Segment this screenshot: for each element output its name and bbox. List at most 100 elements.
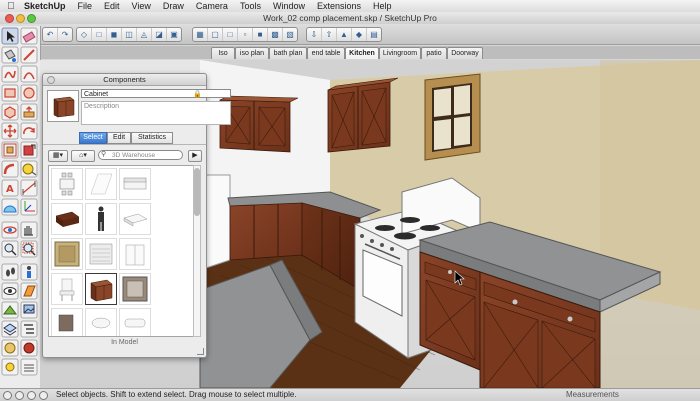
section-plane-icon[interactable] bbox=[20, 282, 38, 300]
paint-bucket-icon[interactable] bbox=[1, 46, 19, 64]
component-description-field[interactable]: Description bbox=[81, 101, 231, 125]
rotate-icon[interactable] bbox=[20, 122, 38, 140]
tape-measure-icon[interactable] bbox=[20, 160, 38, 178]
components-title-bar[interactable]: Components bbox=[43, 74, 206, 86]
eraser-icon[interactable] bbox=[20, 27, 38, 45]
resize-handle[interactable] bbox=[197, 348, 204, 355]
scene-tab-iso[interactable]: Iso bbox=[211, 47, 235, 59]
tab-statistics[interactable]: Statistics bbox=[131, 132, 173, 144]
tab-select[interactable]: Select bbox=[79, 132, 107, 144]
scale-icon[interactable] bbox=[20, 141, 38, 159]
wireframe-style-icon[interactable]: □ bbox=[223, 28, 238, 41]
geo-location-icon[interactable] bbox=[3, 391, 12, 400]
text-icon[interactable]: A bbox=[1, 179, 19, 197]
freehand-icon[interactable] bbox=[1, 65, 19, 83]
follow-me-icon[interactable] bbox=[1, 160, 19, 178]
zoom-extents-icon[interactable] bbox=[20, 240, 38, 258]
user-icon[interactable] bbox=[27, 391, 36, 400]
left-view-icon[interactable]: ◪ bbox=[152, 28, 167, 41]
bench-thumbnail[interactable] bbox=[85, 308, 117, 336]
line-icon[interactable] bbox=[20, 46, 38, 64]
materials-icon[interactable] bbox=[20, 339, 38, 357]
credits-icon[interactable] bbox=[15, 391, 24, 400]
rug-thumbnail-2[interactable] bbox=[119, 273, 151, 305]
scene-tab-livingroom[interactable]: Livingroom bbox=[379, 47, 421, 59]
dimension-icon[interactable] bbox=[20, 179, 38, 197]
outliner-icon[interactable] bbox=[20, 320, 38, 338]
minimize-window-button[interactable] bbox=[16, 14, 25, 23]
radiator-thumbnail[interactable] bbox=[85, 238, 117, 270]
walk-icon[interactable] bbox=[1, 263, 19, 281]
search-input[interactable]: 3D Warehouse bbox=[98, 150, 183, 160]
component-grid-scrollbar[interactable] bbox=[193, 165, 201, 337]
scrollbar-thumb[interactable] bbox=[194, 168, 200, 216]
menu-help[interactable]: Help bbox=[367, 0, 398, 12]
details-arrow-icon[interactable]: ▶ bbox=[188, 150, 202, 162]
table-chairs-thumbnail[interactable] bbox=[51, 168, 83, 200]
xray-style-icon[interactable]: ▦ bbox=[193, 28, 208, 41]
zoom-window-button[interactable] bbox=[27, 14, 36, 23]
top-view-icon[interactable]: □ bbox=[92, 28, 107, 41]
menu-tools[interactable]: Tools bbox=[234, 0, 267, 12]
component-grid[interactable] bbox=[48, 165, 195, 337]
sofa-thumbnail[interactable] bbox=[119, 168, 151, 200]
close-panel-button[interactable] bbox=[47, 76, 55, 84]
blank-thumbnail[interactable] bbox=[85, 168, 117, 200]
protractor-icon[interactable] bbox=[1, 198, 19, 216]
extension-warehouse-icon[interactable]: ◆ bbox=[352, 28, 367, 41]
pan-icon[interactable] bbox=[20, 221, 38, 239]
share-model-icon[interactable]: ⇧ bbox=[322, 28, 337, 41]
home-nav-icon[interactable]: ⌂▾ bbox=[71, 150, 95, 162]
back-edges-style-icon[interactable]: ▢ bbox=[208, 28, 223, 41]
share-component-icon[interactable]: ▲ bbox=[337, 28, 352, 41]
tab-edit[interactable]: Edit bbox=[107, 132, 131, 144]
bed-thumbnail[interactable] bbox=[119, 203, 151, 235]
cabinet-thumbnail-alt[interactable] bbox=[119, 238, 151, 270]
redo-icon[interactable]: ↷ bbox=[58, 28, 72, 41]
hidden-line-style-icon[interactable]: ▫ bbox=[238, 28, 253, 41]
monochrome-style-icon[interactable]: ▧ bbox=[283, 28, 297, 41]
offset-icon[interactable] bbox=[1, 141, 19, 159]
front-view-icon[interactable]: ◼ bbox=[107, 28, 122, 41]
position-camera-icon[interactable] bbox=[20, 263, 38, 281]
upper-cabinets-back[interactable] bbox=[327, 77, 399, 153]
select-icon[interactable] bbox=[1, 27, 19, 45]
layout-icon[interactable]: ▤ bbox=[367, 28, 381, 41]
menu-sketchup[interactable]: SketchUp bbox=[18, 0, 72, 12]
stool-thumbnail[interactable] bbox=[51, 308, 83, 336]
circle-icon[interactable] bbox=[20, 84, 38, 102]
scene-tab-end-table[interactable]: end table bbox=[307, 47, 345, 59]
move-icon[interactable] bbox=[1, 122, 19, 140]
menu-file[interactable]: File bbox=[72, 0, 99, 12]
scene-tab-bath-plan[interactable]: bath plan bbox=[269, 47, 307, 59]
components-panel[interactable]: Components Cabinet 🔒 Description Select … bbox=[42, 73, 231, 358]
layers-icon[interactable] bbox=[1, 320, 19, 338]
polygon-icon[interactable] bbox=[1, 103, 19, 121]
menu-extensions[interactable]: Extensions bbox=[311, 0, 367, 12]
upper-cabinets-left[interactable] bbox=[219, 95, 299, 153]
scene-tab-doorway[interactable]: Doorway bbox=[447, 47, 483, 59]
styles-icon[interactable] bbox=[1, 339, 19, 357]
menu-window[interactable]: Window bbox=[267, 0, 311, 12]
iso-view-icon[interactable]: ◇ bbox=[77, 28, 92, 41]
get-models-icon[interactable]: ⇩ bbox=[307, 28, 322, 41]
cabinet-thumbnail[interactable] bbox=[85, 273, 117, 305]
person-thumbnail[interactable] bbox=[85, 203, 117, 235]
lock-icon[interactable]: 🔒 bbox=[193, 90, 202, 98]
right-view-icon[interactable]: ◫ bbox=[122, 28, 137, 41]
scene-tab-iso-plan[interactable]: iso plan bbox=[235, 47, 269, 59]
scene-tab-patio[interactable]: patio bbox=[421, 47, 447, 59]
push-pull-icon[interactable] bbox=[20, 103, 38, 121]
look-around-icon[interactable] bbox=[1, 282, 19, 300]
chair-thumbnail[interactable] bbox=[51, 273, 83, 305]
rectangle-icon[interactable] bbox=[1, 84, 19, 102]
view-options-icon[interactable]: ▦▾ bbox=[48, 150, 68, 162]
close-window-button[interactable] bbox=[5, 14, 14, 23]
sandbox-icon[interactable] bbox=[1, 301, 19, 319]
zoom-icon[interactable] bbox=[1, 240, 19, 258]
photo-match-icon[interactable] bbox=[20, 301, 38, 319]
component-name-field[interactable]: Cabinet bbox=[81, 89, 231, 98]
scene-tab-kitchen[interactable]: Kitchen bbox=[345, 47, 379, 59]
menu-camera[interactable]: Camera bbox=[190, 0, 234, 12]
menu-edit[interactable]: Edit bbox=[98, 0, 126, 12]
